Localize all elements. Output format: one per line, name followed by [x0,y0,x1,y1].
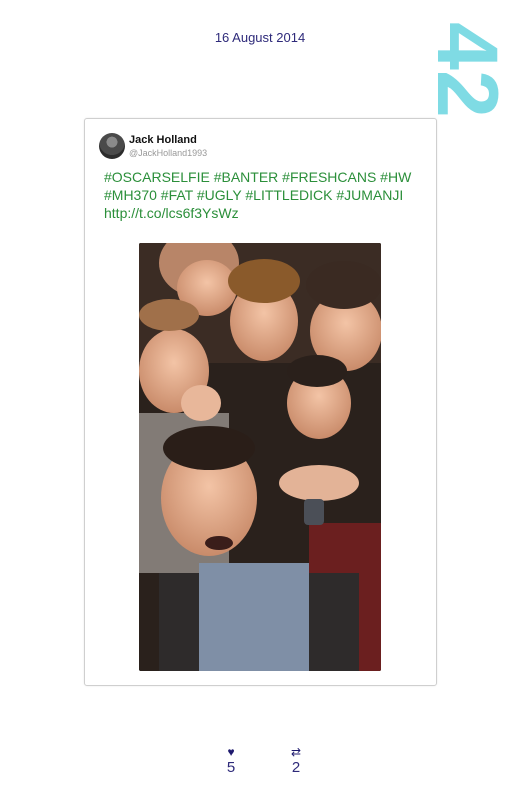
page-number: 42 [419,22,515,118]
retweets-stat[interactable]: ⇄ 2 [281,745,311,777]
likes-stat[interactable]: ♥ 5 [216,745,246,777]
tweet-card: Jack Holland @JackHolland1993 #OSCARSELF… [84,118,437,686]
heart-icon[interactable]: ♥ [216,745,246,759]
selfie-photo [139,243,381,671]
likes-count: 5 [226,759,236,776]
tweet-stats: ♥ 5 ⇄ 2 [0,745,520,785]
tweet-photo[interactable] [139,243,381,671]
avatar[interactable] [99,133,125,159]
tweet-link[interactable]: http://t.co/lcs6f3YsWz [104,204,424,222]
tweet-text: #OSCARSELFIE #BANTER #FRESHCANS #HW #MH3… [104,168,424,222]
author-name[interactable]: Jack Holland [129,134,197,146]
author-handle[interactable]: @JackHolland1993 [129,148,207,158]
retweet-icon[interactable]: ⇄ [281,745,311,759]
tweet-hashtags: #OSCARSELFIE #BANTER #FRESHCANS #HW #MH3… [104,169,412,203]
retweets-count: 2 [291,759,301,776]
